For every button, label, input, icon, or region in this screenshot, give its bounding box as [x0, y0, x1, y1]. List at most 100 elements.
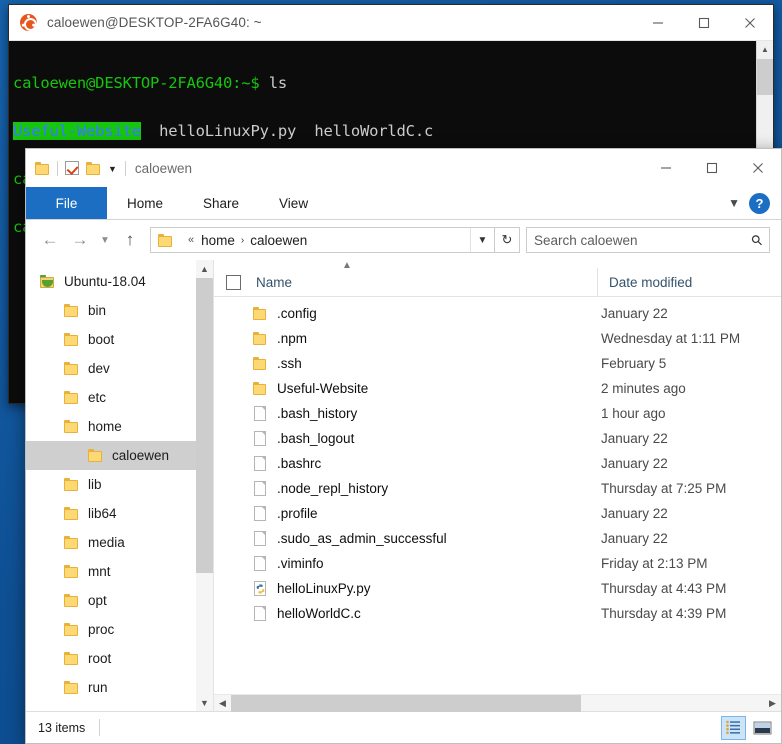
table-row[interactable]: .bashrcJanuary 22	[214, 451, 781, 476]
large-icons-view-button[interactable]	[750, 716, 775, 740]
column-header-date-modified[interactable]: Date modified	[597, 268, 692, 296]
table-row[interactable]: .bash_logoutJanuary 22	[214, 426, 781, 451]
file-icon	[252, 406, 268, 421]
nav-item-label: lib64	[88, 506, 117, 521]
scroll-right-icon[interactable]: ▶	[764, 698, 781, 709]
nav-item-etc[interactable]: etc	[26, 383, 213, 412]
folder-icon	[64, 652, 79, 665]
scroll-left-icon[interactable]: ◀	[214, 698, 231, 709]
row-name-cell: .viminfo	[214, 556, 597, 571]
breadcrumb[interactable]: « home › caloewen ▼	[150, 227, 495, 253]
folder-icon	[64, 391, 79, 404]
nav-item-bin[interactable]: bin	[26, 296, 213, 325]
path-dropdown-icon[interactable]: ▼	[470, 228, 494, 252]
navpane-scroll-thumb[interactable]	[196, 278, 213, 573]
row-name-cell: .profile	[214, 506, 597, 521]
nav-item-lib[interactable]: lib	[26, 470, 213, 499]
terminal-line: Useful-Website helloLinuxPy.py helloWorl…	[13, 119, 773, 143]
row-date-modified: Thursday at 4:39 PM	[597, 606, 726, 621]
row-file-name: .bashrc	[277, 456, 321, 471]
hscroll-track[interactable]	[231, 695, 764, 712]
table-row[interactable]: helloLinuxPy.pyThursday at 4:43 PM	[214, 576, 781, 601]
nav-item-mnt[interactable]: mnt	[26, 557, 213, 586]
navpane-scrollbar[interactable]: ▲ ▼	[196, 260, 213, 711]
maximize-icon[interactable]	[681, 5, 727, 40]
nav-item-media[interactable]: media	[26, 528, 213, 557]
scroll-up-icon[interactable]: ▲	[196, 260, 213, 277]
search-box[interactable]: ⚲	[526, 227, 770, 253]
details-view-button[interactable]	[721, 716, 746, 740]
table-row[interactable]: .node_repl_historyThursday at 7:25 PM	[214, 476, 781, 501]
file-icon	[252, 556, 268, 571]
table-row[interactable]: helloWorldC.cThursday at 4:39 PM	[214, 601, 781, 626]
scroll-up-icon[interactable]: ▲	[757, 41, 773, 58]
scroll-down-icon[interactable]: ▼	[196, 694, 213, 711]
breadcrumb-overflow[interactable]: «	[188, 234, 194, 246]
tab-file[interactable]: File	[26, 187, 107, 219]
terminal-prompt: caloewen@DESKTOP-2FA6G40:~$	[13, 74, 260, 92]
folder-icon	[64, 681, 79, 694]
folder-icon[interactable]	[35, 162, 50, 175]
ribbon-tab-strip: File Home Share View ▼ ?	[26, 187, 781, 219]
row-name-cell: .node_repl_history	[214, 481, 597, 496]
refresh-icon[interactable]: ↻	[495, 227, 520, 253]
horizontal-scrollbar[interactable]: ◀ ▶	[214, 694, 781, 711]
table-row[interactable]: .sudo_as_admin_successfulJanuary 22	[214, 526, 781, 551]
breadcrumb-home[interactable]: home	[201, 233, 235, 248]
chevron-right-icon[interactable]: ›	[241, 235, 244, 246]
tab-home[interactable]: Home	[107, 187, 183, 219]
table-row[interactable]: .sshFebruary 5	[214, 351, 781, 376]
nav-item-boot[interactable]: boot	[26, 325, 213, 354]
nav-item-proc[interactable]: proc	[26, 615, 213, 644]
row-date-modified: January 22	[597, 431, 668, 446]
table-row[interactable]: .profileJanuary 22	[214, 501, 781, 526]
forward-button[interactable]: →	[65, 225, 95, 255]
back-button[interactable]: ←	[35, 225, 65, 255]
hscroll-thumb[interactable]	[231, 695, 581, 712]
recent-locations-icon[interactable]: ▼	[95, 225, 115, 255]
nav-item-home[interactable]: home	[26, 412, 213, 441]
row-date-modified: 1 hour ago	[597, 406, 666, 421]
new-folder-icon[interactable]	[86, 162, 101, 175]
minimize-icon[interactable]	[643, 149, 689, 187]
nav-item-lib64[interactable]: lib64	[26, 499, 213, 528]
table-row[interactable]: .npmWednesday at 1:11 PM	[214, 326, 781, 351]
table-row[interactable]: .bash_history1 hour ago	[214, 401, 781, 426]
table-row[interactable]: .viminfoFriday at 2:13 PM	[214, 551, 781, 576]
terminal-file-entries: helloLinuxPy.py helloWorldC.c	[141, 122, 433, 140]
row-file-name: .profile	[277, 506, 318, 521]
minimize-icon[interactable]	[635, 5, 681, 40]
help-icon[interactable]: ?	[749, 193, 770, 214]
row-file-name: .node_repl_history	[277, 481, 388, 496]
maximize-icon[interactable]	[689, 149, 735, 187]
explorer-titlebar[interactable]: ▼ caloewen	[26, 149, 781, 187]
nav-item-ubuntu-18-04[interactable]: Ubuntu-18.04	[26, 267, 213, 296]
explorer-main-area: Ubuntu-18.04binbootdevetchomecaloewenlib…	[26, 260, 781, 711]
up-button[interactable]: ↑	[115, 225, 145, 255]
nav-item-root[interactable]: root	[26, 644, 213, 673]
nav-item-caloewen[interactable]: caloewen	[26, 441, 213, 470]
terminal-scroll-thumb[interactable]	[757, 59, 773, 95]
column-header-name[interactable]: Name	[252, 275, 597, 290]
terminal-titlebar[interactable]: caloewen@DESKTOP-2FA6G40: ~	[9, 5, 773, 41]
breadcrumb-caloewen[interactable]: caloewen	[250, 233, 307, 248]
select-all-checkbox[interactable]	[214, 275, 252, 290]
chevron-down-icon[interactable]: ▼	[108, 164, 117, 174]
nav-item-run[interactable]: run	[26, 673, 213, 702]
tab-share[interactable]: Share	[183, 187, 259, 219]
search-input[interactable]	[534, 233, 752, 248]
nav-item-opt[interactable]: opt	[26, 586, 213, 615]
table-row[interactable]: .configJanuary 22	[214, 301, 781, 326]
table-row[interactable]: Useful-Website2 minutes ago	[214, 376, 781, 401]
tab-view[interactable]: View	[259, 187, 328, 219]
close-icon[interactable]	[735, 149, 781, 187]
chevron-down-icon[interactable]: ▼	[728, 196, 740, 210]
close-icon[interactable]	[727, 5, 773, 40]
explorer-window-title: caloewen	[135, 161, 192, 176]
divider	[125, 161, 126, 176]
checkbox-icon[interactable]	[226, 275, 241, 290]
nav-item-dev[interactable]: dev	[26, 354, 213, 383]
row-file-name: helloLinuxPy.py	[277, 581, 371, 596]
checkbox-icon[interactable]	[65, 161, 79, 175]
row-date-modified: Friday at 2:13 PM	[597, 556, 708, 571]
